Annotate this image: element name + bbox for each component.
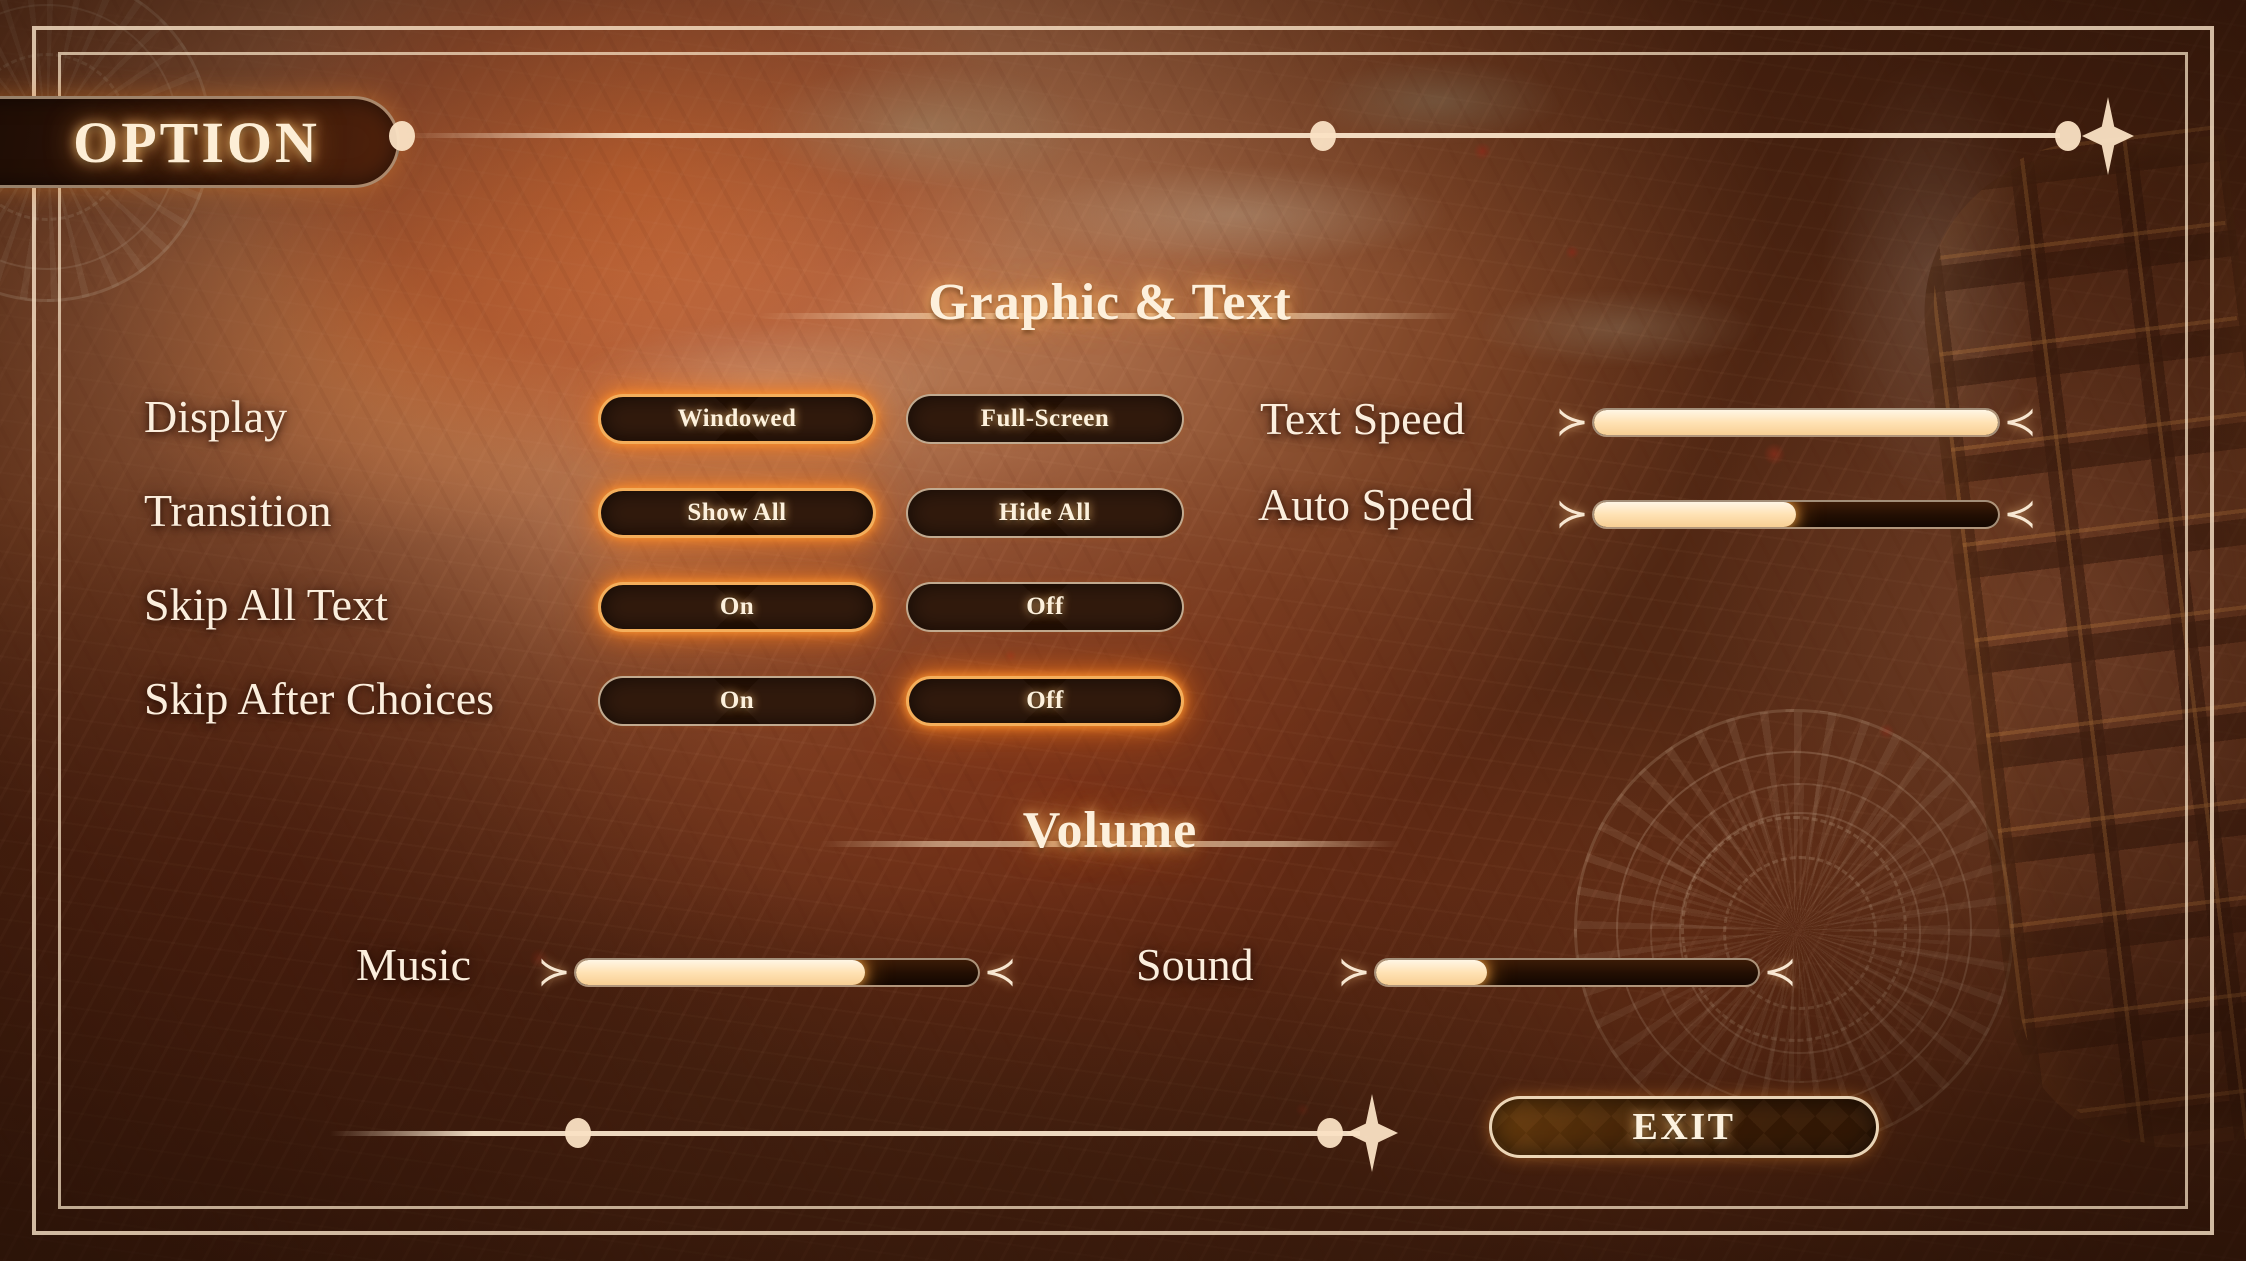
- section-heading-rule: [760, 313, 1460, 320]
- section-heading-label: Volume: [1022, 801, 1198, 859]
- slider-increase-arrow-icon[interactable]: ≺: [980, 952, 1020, 992]
- skip-all-text-option-on[interactable]: On: [598, 582, 876, 632]
- sound-volume-slider-fill: [1376, 959, 1487, 985]
- compass-mandala-icon: [1574, 709, 2014, 1149]
- top-decor-dot-middle: [1310, 121, 1336, 151]
- compass-mandala-inner-icon: [1650, 783, 1950, 1083]
- slider-increase-arrow-icon[interactable]: ≺: [1760, 952, 1800, 992]
- slider-increase-arrow-icon[interactable]: ≺: [2000, 494, 2040, 534]
- sound-volume-slider[interactable]: ≻ ≺: [1334, 948, 1800, 996]
- slider-increase-arrow-icon[interactable]: ≺: [2000, 402, 2040, 442]
- display-option-windowed[interactable]: Windowed: [598, 394, 876, 444]
- slider-decrease-arrow-icon[interactable]: ≻: [1334, 952, 1374, 992]
- skip-all-text-option-off[interactable]: Off: [906, 582, 1184, 632]
- setting-label-sound: Sound: [1136, 939, 1254, 990]
- display-option-full-screen[interactable]: Full-Screen: [906, 394, 1184, 444]
- transition-option-hide-all[interactable]: Hide All: [906, 488, 1184, 538]
- auto-speed-slider-track[interactable]: [1592, 499, 2000, 529]
- text-speed-slider-fill: [1594, 409, 1998, 435]
- exit-button-label: EXIT: [1632, 1106, 1736, 1148]
- section-heading-rule: [820, 841, 1400, 848]
- section-heading-volume: Volume: [820, 790, 1400, 870]
- section-heading-graphic-text: Graphic & Text: [760, 262, 1460, 342]
- page-title: OPTION: [0, 96, 400, 188]
- setting-label-text-speed: Text Speed: [1260, 393, 1466, 444]
- bottom-decor-rule: [330, 1131, 1360, 1136]
- sound-volume-slider-track[interactable]: [1374, 957, 1760, 987]
- text-speed-slider[interactable]: ≻ ≺: [1552, 398, 2040, 446]
- skip-after-choices-option-off[interactable]: Off: [906, 676, 1184, 726]
- bottom-sparkle-icon: [1346, 1094, 1398, 1172]
- music-volume-slider-fill: [576, 959, 866, 985]
- setting-label-skip-all-text: Skip All Text: [144, 579, 388, 630]
- slider-decrease-arrow-icon[interactable]: ≻: [1552, 494, 1592, 534]
- setting-label-auto-speed: Auto Speed: [1258, 479, 1474, 530]
- setting-label-music: Music: [356, 939, 471, 990]
- exit-button[interactable]: EXIT: [1489, 1096, 1879, 1158]
- music-volume-slider[interactable]: ≻ ≺: [534, 948, 1020, 996]
- section-heading-label: Graphic & Text: [928, 273, 1292, 331]
- setting-label-transition: Transition: [144, 485, 332, 536]
- setting-label-skip-after-choices: Skip After Choices: [144, 673, 495, 724]
- setting-label-display: Display: [144, 391, 288, 442]
- options-screen: OPTION Graphic & Text Display Windowed F…: [0, 0, 2246, 1261]
- auto-speed-slider-fill: [1594, 501, 1796, 527]
- top-decor-rule: [402, 133, 2060, 138]
- text-speed-slider-track[interactable]: [1592, 407, 2000, 437]
- transition-option-show-all[interactable]: Show All: [598, 488, 876, 538]
- slider-decrease-arrow-icon[interactable]: ≻: [534, 952, 574, 992]
- slider-decrease-arrow-icon[interactable]: ≻: [1552, 402, 1592, 442]
- page-title-label: OPTION: [73, 109, 320, 175]
- bottom-decor-dot-left: [565, 1118, 591, 1148]
- bottom-decor-dot-right: [1317, 1118, 1343, 1148]
- auto-speed-slider[interactable]: ≻ ≺: [1552, 490, 2040, 538]
- music-volume-slider-track[interactable]: [574, 957, 980, 987]
- skip-after-choices-option-on[interactable]: On: [598, 676, 876, 726]
